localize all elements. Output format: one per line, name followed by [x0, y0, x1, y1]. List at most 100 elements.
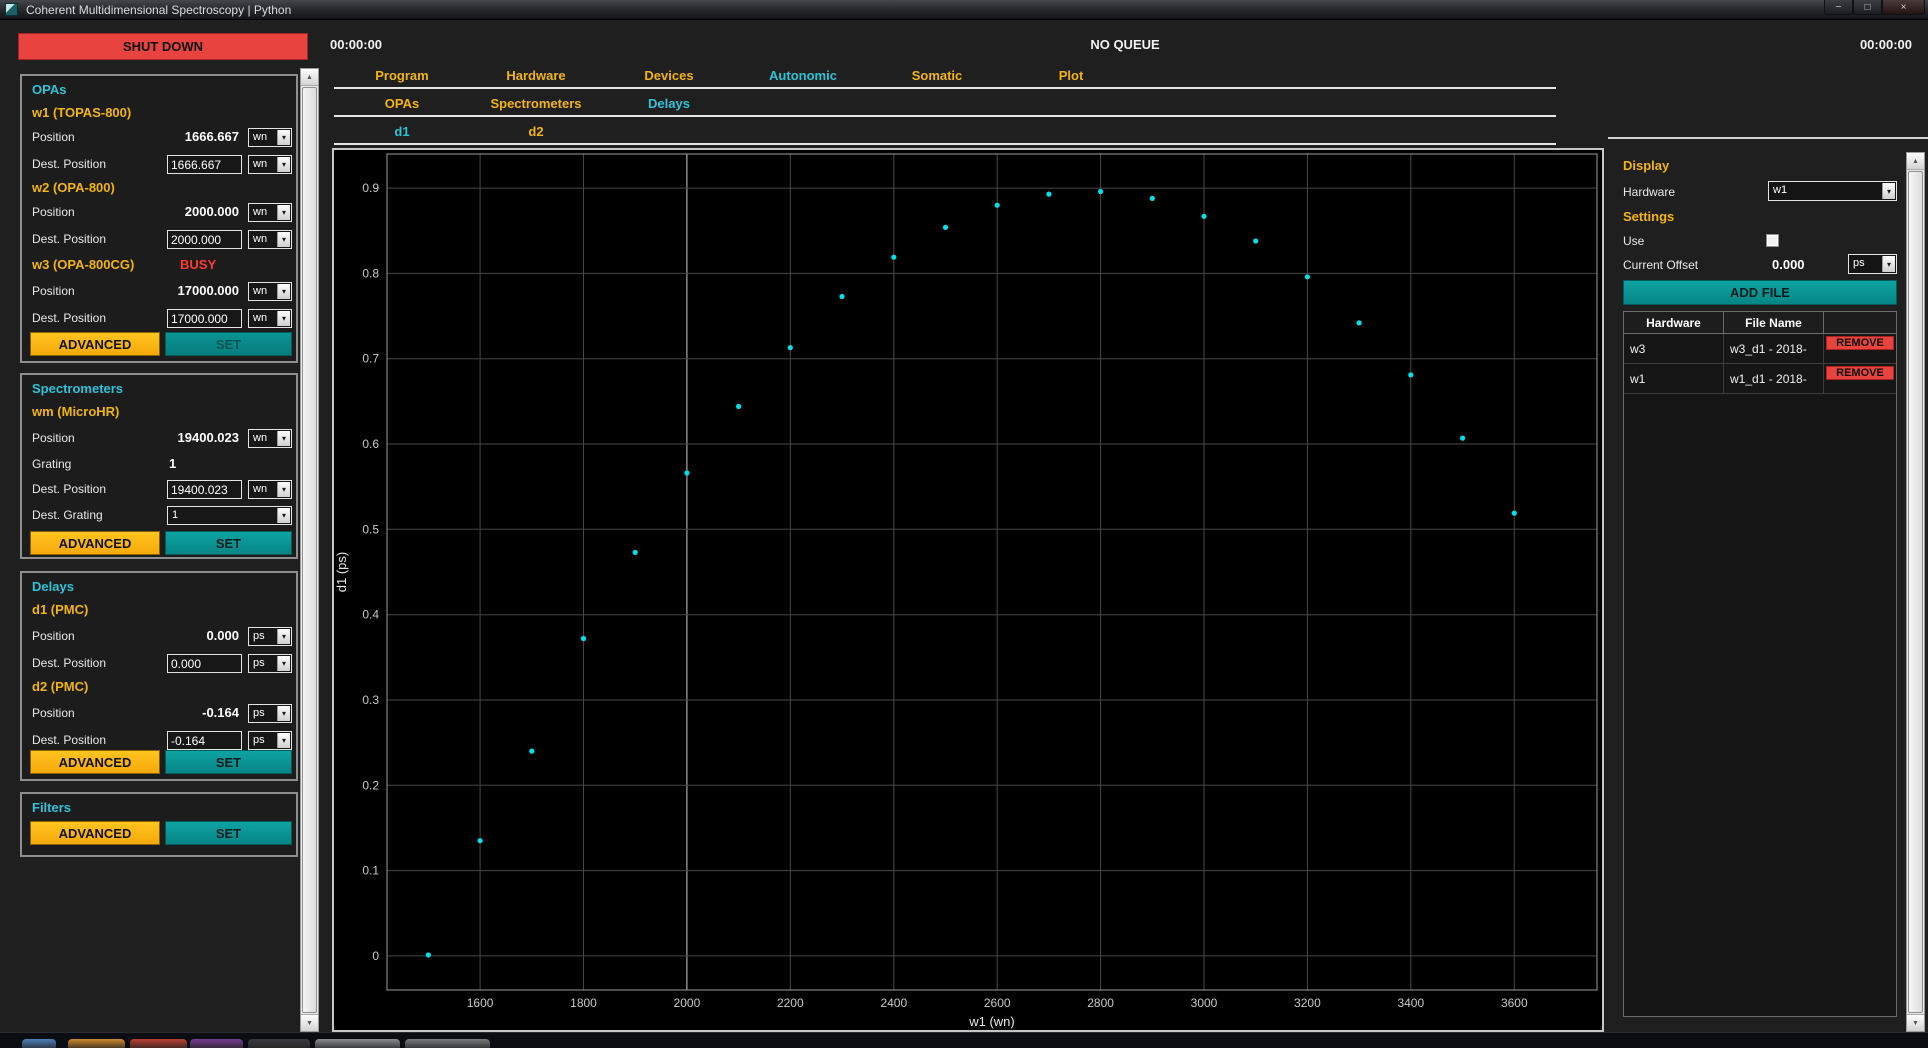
wm-position-units-dropdown[interactable]: wn ▾ [248, 429, 292, 448]
w2-dest-units-dropdown[interactable]: wn ▾ [248, 230, 292, 249]
tab-spectrometers[interactable]: Spectrometers [466, 96, 606, 113]
blue-app-icon[interactable] [22, 1039, 56, 1048]
dest-position-label: Dest. Position [32, 311, 106, 325]
w2-dest-position-input[interactable] [167, 230, 242, 249]
w3-dest-position-input[interactable] [167, 309, 242, 328]
w3-position-units-dropdown[interactable]: wn ▾ [248, 282, 292, 301]
scroll-up-icon[interactable]: ▲ [301, 69, 318, 86]
chevron-down-icon: ▾ [277, 508, 290, 523]
dest-grating-label: Dest. Grating [32, 508, 103, 522]
taskbar[interactable] [0, 1032, 1928, 1048]
position-label: Position [32, 629, 75, 643]
w3-dest-units-dropdown[interactable]: wn ▾ [248, 309, 292, 328]
wm-grating-value: 1 [169, 456, 176, 471]
data-point [1201, 214, 1206, 219]
maximize-button[interactable]: □ [1853, 0, 1882, 15]
remove-file-button[interactable]: REMOVE [1826, 366, 1894, 380]
tab-somatic[interactable]: Somatic [867, 68, 1007, 85]
x-axis-label: w1 (wn) [968, 1014, 1015, 1029]
wm-dest-grating-dropdown[interactable]: 1 ▾ [167, 506, 292, 525]
filters-set-button[interactable]: SET [165, 821, 292, 845]
d1-dest-position-input[interactable] [167, 654, 242, 673]
tab-opas[interactable]: OPAs [332, 96, 472, 113]
dest-position-label: Dest. Position [32, 157, 106, 171]
scroll-up-icon[interactable]: ▲ [1907, 153, 1924, 170]
tab-autonomic[interactable]: Autonomic [733, 68, 873, 85]
svg-text:1800: 1800 [570, 996, 597, 1010]
chevron-down-icon: ▾ [277, 130, 290, 145]
wm-dest-position-input[interactable] [167, 480, 242, 499]
delays-advanced-button[interactable]: ADVANCED [30, 750, 160, 774]
add-file-button[interactable]: ADD FILE [1623, 280, 1897, 305]
w1-dest-units-dropdown[interactable]: wn ▾ [248, 155, 292, 174]
dark-app-icon[interactable] [248, 1039, 310, 1048]
orange-app-icon[interactable] [68, 1039, 125, 1048]
dest-position-label: Dest. Position [32, 482, 106, 496]
gray-app-icon[interactable] [315, 1039, 400, 1048]
dest-position-label: Dest. Position [32, 656, 106, 670]
use-checkbox[interactable] [1766, 234, 1779, 247]
filters-advanced-button[interactable]: ADVANCED [30, 821, 160, 845]
w3-device-name: w3 (OPA-800CG) BUSY [32, 257, 134, 273]
application-window: Coherent Multidimensional Spectroscopy |… [0, 0, 1928, 1048]
tab-plot[interactable]: Plot [1001, 68, 1141, 85]
delays-set-button[interactable]: SET [165, 750, 292, 774]
close-button[interactable]: × [1882, 0, 1925, 15]
queue-status: NO QUEUE [1025, 37, 1225, 52]
scrollbar-thumb[interactable] [302, 87, 317, 1013]
display-panel: Display Hardware w1 ▾ Settings Use Curre… [1608, 140, 1908, 1032]
data-point [478, 838, 483, 843]
tab-divider [334, 87, 1556, 89]
plot-canvas[interactable]: 1600180020002200240026002800300032003400… [334, 150, 1602, 1030]
spectrometers-advanced-button[interactable]: ADVANCED [30, 531, 160, 555]
tab-hardware[interactable]: Hardware [466, 68, 606, 85]
remove-file-button[interactable]: REMOVE [1826, 336, 1894, 350]
position-label: Position [32, 130, 75, 144]
panel-divider [1608, 137, 1928, 139]
svg-text:2400: 2400 [880, 996, 907, 1010]
scroll-down-icon[interactable]: ▼ [301, 1014, 318, 1031]
chevron-down-icon: ▾ [277, 482, 290, 497]
w1-position-units-dropdown[interactable]: wn ▾ [248, 128, 292, 147]
scrollbar-thumb[interactable] [1908, 171, 1923, 1013]
opas-advanced-button[interactable]: ADVANCED [30, 332, 160, 356]
grating-label: Grating [32, 457, 71, 471]
hardware-dropdown[interactable]: w1 ▾ [1768, 181, 1897, 201]
w1-dest-position-input[interactable] [167, 155, 242, 174]
chevron-down-icon: ▾ [277, 284, 290, 299]
minimize-button[interactable]: − [1824, 0, 1853, 15]
scroll-down-icon[interactable]: ▼ [1907, 1014, 1924, 1031]
file-table-header: Hardware File Name [1624, 312, 1896, 334]
d1-dest-units-dropdown[interactable]: ps ▾ [248, 654, 292, 673]
d1-position-units-dropdown[interactable]: ps ▾ [248, 627, 292, 646]
y-axis-label: d1 (ps) [334, 552, 349, 592]
gray-app-icon-2[interactable] [405, 1039, 490, 1048]
panel-scrollbar[interactable]: ▲ ▼ [1906, 152, 1925, 1032]
w2-position-units-dropdown[interactable]: wn ▾ [248, 203, 292, 222]
spectrometers-set-button[interactable]: SET [165, 531, 292, 555]
tab-program[interactable]: Program [332, 68, 472, 85]
d2-position-units-dropdown[interactable]: ps ▾ [248, 704, 292, 723]
svg-text:0: 0 [372, 949, 379, 963]
offset-units-dropdown[interactable]: ps ▾ [1848, 254, 1897, 274]
data-point [1357, 320, 1362, 325]
shutdown-button[interactable]: SHUT DOWN [18, 33, 308, 60]
opas-set-button[interactable]: SET [165, 332, 292, 356]
red-app-icon[interactable] [130, 1039, 187, 1048]
d2-dest-position-input[interactable] [167, 731, 242, 750]
tab-devices[interactable]: Devices [599, 68, 739, 85]
chevron-down-icon: ▾ [277, 431, 290, 446]
data-point [1512, 511, 1517, 516]
d2-dest-units-dropdown[interactable]: ps ▾ [248, 731, 292, 750]
tab-delays[interactable]: Delays [599, 96, 739, 113]
w2-device-name: w2 (OPA-800) [32, 180, 115, 196]
title-bar[interactable]: Coherent Multidimensional Spectroscopy |… [0, 0, 1928, 20]
tab-d1[interactable]: d1 [332, 124, 472, 141]
d1-device-name: d1 (PMC) [32, 602, 88, 618]
tab-d2[interactable]: d2 [466, 124, 606, 141]
position-label: Position [32, 284, 75, 298]
purple-app-icon[interactable] [190, 1039, 243, 1048]
scatter-plot[interactable]: 1600180020002200240026002800300032003400… [332, 148, 1604, 1032]
wm-dest-units-dropdown[interactable]: wn ▾ [248, 480, 292, 499]
sidebar-scrollbar[interactable]: ▲ ▼ [300, 68, 319, 1032]
